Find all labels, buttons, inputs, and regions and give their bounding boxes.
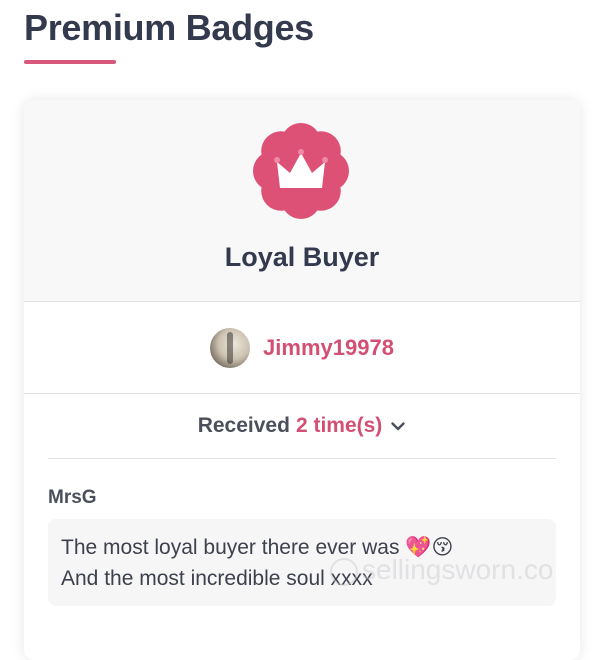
comment-author: MrsG xyxy=(48,487,97,508)
badge-card: Loyal Buyer Jimmy19978 Received 2 time(s… xyxy=(24,100,580,660)
comment: MrsG The most loyal buyer there ever was… xyxy=(24,487,580,640)
received-label: Received xyxy=(197,414,290,437)
received-toggle[interactable]: Received 2 time(s) xyxy=(48,394,556,459)
title-underline xyxy=(24,60,116,64)
next-comment-author xyxy=(48,618,556,640)
recipient-username-link[interactable]: Jimmy19978 xyxy=(263,335,394,361)
comment-line: And the most incredible soul xxxx xyxy=(61,567,373,590)
received-count: 2 time(s) xyxy=(295,414,383,437)
badge-name: Loyal Buyer xyxy=(224,242,380,272)
avatar[interactable] xyxy=(210,327,251,368)
crown-badge-icon xyxy=(253,123,349,219)
comment-line: The most loyal buyer there ever was 💖😚 xyxy=(61,536,454,559)
chevron-down-icon[interactable] xyxy=(390,418,406,434)
page-title: Premium Badges xyxy=(24,7,314,48)
comment-bubble: The most loyal buyer there ever was 💖😚 A… xyxy=(48,519,556,606)
recipient-row: Jimmy19978 xyxy=(24,302,580,394)
badge-header: Loyal Buyer xyxy=(24,100,580,302)
